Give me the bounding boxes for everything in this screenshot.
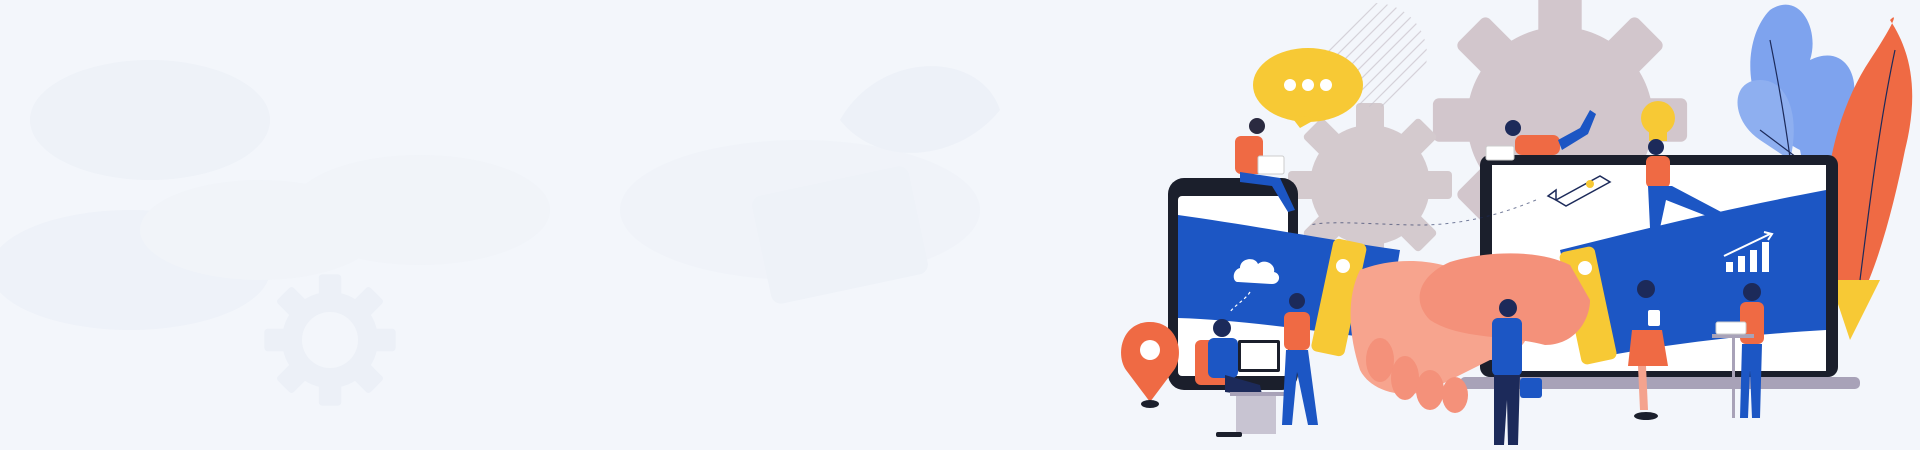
handshake-icon [1350, 253, 1590, 413]
chat-bubble-icon [1253, 48, 1363, 128]
location-pin-icon [1121, 322, 1179, 408]
background-decoration [0, 60, 1000, 406]
hero-banner [0, 0, 1913, 445]
